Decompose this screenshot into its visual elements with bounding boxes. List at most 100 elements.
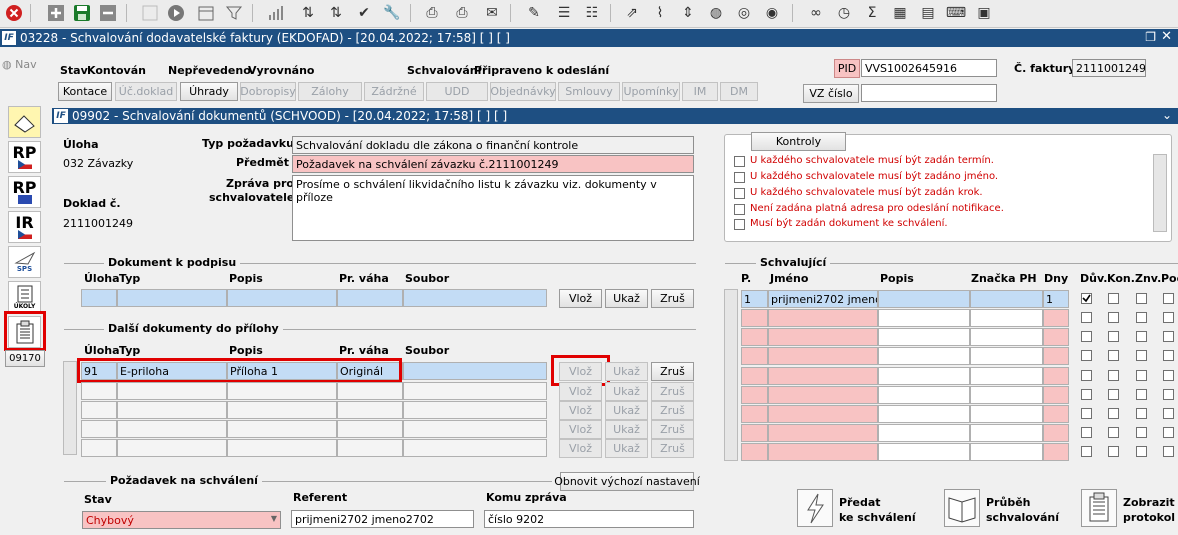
- bar-chart-icon[interactable]: [266, 3, 286, 23]
- other-ukaz-button[interactable]: Ukaž: [605, 401, 648, 420]
- doc-cell-soubor[interactable]: [403, 289, 547, 307]
- approver-empty-cell[interactable]: [878, 424, 970, 442]
- attach-icon[interactable]: ⌇: [650, 3, 670, 23]
- approver-checkbox[interactable]: [1108, 350, 1119, 361]
- wrench-icon[interactable]: 🔧: [382, 3, 402, 23]
- other-empty-cell[interactable]: [403, 382, 547, 400]
- minus-icon[interactable]: [98, 3, 118, 23]
- rp-cz-icon[interactable]: RP: [8, 141, 41, 173]
- tab-smlouvy[interactable]: Smlouvy: [558, 82, 620, 101]
- approver-checkbox[interactable]: [1163, 312, 1174, 323]
- approver-checkbox-kon[interactable]: [1108, 293, 1119, 304]
- mail-icon[interactable]: ✉: [482, 3, 502, 23]
- sigma-icon[interactable]: Σ: [862, 3, 882, 23]
- other-ukaz-button[interactable]: Ukaž: [605, 439, 648, 458]
- approver-empty-cell[interactable]: [878, 347, 970, 365]
- approver-checkbox[interactable]: [1136, 331, 1147, 342]
- other-empty-cell[interactable]: [227, 439, 337, 457]
- tab-uc-doklad[interactable]: Úč.doklad: [115, 82, 177, 101]
- approver-empty-cell[interactable]: [768, 443, 878, 461]
- other-empty-cell[interactable]: [403, 401, 547, 419]
- approver-empty-cell[interactable]: [768, 328, 878, 346]
- other-empty-cell[interactable]: [117, 382, 227, 400]
- eye-icon[interactable]: ◉: [762, 3, 782, 23]
- approver-checkbox[interactable]: [1163, 331, 1174, 342]
- protokol-label-2[interactable]: protokol: [1123, 511, 1175, 524]
- approver-empty-cell[interactable]: [1043, 405, 1069, 423]
- approver-empty-cell[interactable]: [1043, 386, 1069, 404]
- doc-cell-uloha[interactable]: [81, 289, 117, 307]
- prubeh-label-1[interactable]: Průběh: [986, 496, 1030, 509]
- arrows-icon[interactable]: ⇕: [678, 3, 698, 23]
- approver-empty-cell[interactable]: [970, 386, 1043, 404]
- print-icon[interactable]: ⎙: [422, 3, 442, 23]
- other-zrus-button[interactable]: Zruš: [651, 362, 694, 381]
- protocol-icon[interactable]: [1081, 489, 1117, 527]
- approver-empty-cell[interactable]: [1043, 347, 1069, 365]
- approvers-scrollbar[interactable]: [724, 289, 738, 461]
- vz-cislo-button[interactable]: VZ číslo: [803, 84, 859, 103]
- approver-empty-cell[interactable]: [1043, 443, 1069, 461]
- tab-upominky[interactable]: Upomínky: [622, 82, 680, 101]
- kontroly-button[interactable]: Kontroly: [751, 132, 846, 151]
- approver-empty-cell[interactable]: [741, 424, 768, 442]
- tab-dobropisy[interactable]: Dobropisy: [240, 82, 296, 101]
- reader-icon[interactable]: ▣: [974, 3, 994, 23]
- komu-field[interactable]: číslo 9202: [484, 510, 694, 528]
- other-empty-cell[interactable]: [81, 382, 117, 400]
- referent-field[interactable]: prijmeni2702 jmeno2702: [291, 510, 474, 528]
- clock-icon[interactable]: ◷: [834, 3, 854, 23]
- approver-empty-cell[interactable]: [741, 443, 768, 461]
- approver-cell-popis[interactable]: [878, 290, 970, 308]
- doc-vloz-button[interactable]: Vlož: [559, 289, 602, 308]
- approver-empty-cell[interactable]: [768, 367, 878, 385]
- other-empty-cell[interactable]: [337, 401, 403, 419]
- approver-checkbox[interactable]: [1081, 370, 1092, 381]
- other-empty-cell[interactable]: [81, 439, 117, 457]
- ukoly-icon[interactable]: ÚKOLY: [8, 281, 41, 313]
- other-scrollbar[interactable]: [63, 361, 77, 455]
- approver-checkbox[interactable]: [1108, 370, 1119, 381]
- kontroly-scrollbar[interactable]: [1153, 154, 1167, 232]
- other-ukaz-button[interactable]: Ukaž: [605, 382, 648, 401]
- approver-empty-cell[interactable]: [741, 347, 768, 365]
- pid-field[interactable]: VVS1002645916: [861, 59, 997, 77]
- doc-cell-popis[interactable]: [227, 289, 337, 307]
- approver-cell-p[interactable]: 1: [741, 290, 768, 308]
- approver-checkbox-znv[interactable]: [1136, 293, 1147, 304]
- approver-checkbox[interactable]: [1081, 331, 1092, 342]
- other-vloz-button[interactable]: Vlož: [559, 401, 602, 420]
- other-empty-cell[interactable]: [81, 420, 117, 438]
- tab-im[interactable]: IM: [682, 82, 718, 101]
- excel-icon[interactable]: ▦: [890, 3, 910, 23]
- approver-empty-cell[interactable]: [1043, 328, 1069, 346]
- approver-empty-cell[interactable]: [1043, 367, 1069, 385]
- kontroly-checkbox[interactable]: [734, 188, 745, 199]
- tab-zalohy[interactable]: Zálohy: [298, 82, 362, 101]
- tab-dm[interactable]: DM: [720, 82, 758, 101]
- approver-empty-cell[interactable]: [741, 367, 768, 385]
- approver-checkbox[interactable]: [1108, 446, 1119, 457]
- other-ukaz-button[interactable]: Ukaž: [605, 362, 648, 381]
- approver-empty-cell[interactable]: [741, 328, 768, 346]
- approver-checkbox[interactable]: [1136, 427, 1147, 438]
- approver-checkbox[interactable]: [1136, 370, 1147, 381]
- other-empty-cell[interactable]: [337, 420, 403, 438]
- approver-empty-cell[interactable]: [878, 309, 970, 327]
- globe-icon[interactable]: ◍: [706, 3, 726, 23]
- save-icon[interactable]: [72, 3, 92, 23]
- filter-icon[interactable]: [224, 3, 244, 23]
- predat-label-1[interactable]: Předat: [839, 496, 881, 509]
- tab-udd[interactable]: UDD: [426, 82, 488, 101]
- approver-empty-cell[interactable]: [970, 443, 1043, 461]
- other-vloz-button[interactable]: Vlož: [559, 382, 602, 401]
- approver-checkbox[interactable]: [1163, 350, 1174, 361]
- predat-label-2[interactable]: ke schválení: [839, 511, 916, 524]
- approver-empty-cell[interactable]: [741, 309, 768, 327]
- close-icon[interactable]: [4, 3, 24, 23]
- approver-checkbox[interactable]: [1108, 389, 1119, 400]
- approver-empty-cell[interactable]: [1043, 424, 1069, 442]
- tab-zadrzne[interactable]: Zádržné: [364, 82, 424, 101]
- calendar-icon[interactable]: [196, 3, 216, 23]
- other-empty-cell[interactable]: [117, 439, 227, 457]
